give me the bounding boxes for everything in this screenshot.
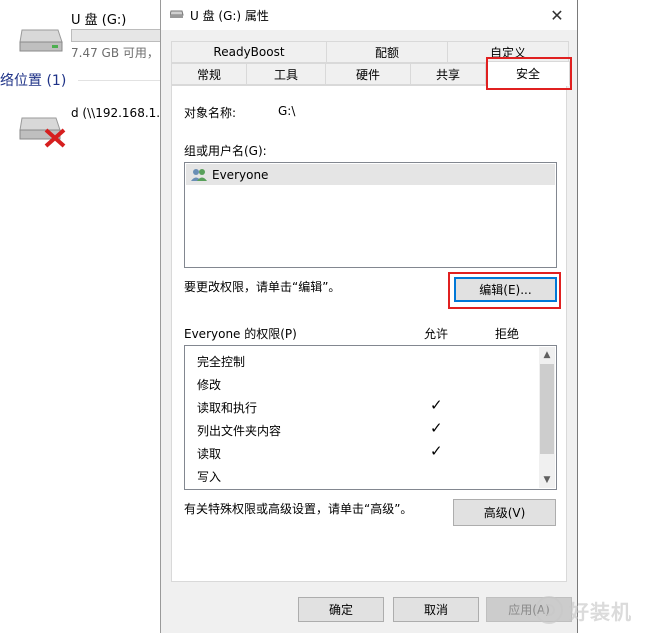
tab-customize[interactable]: 自定义	[447, 41, 569, 63]
security-panel: 对象名称: G:\ 组或用户名(G): Everyone 要更改权限，请单击“编…	[171, 85, 567, 582]
tab-sharing[interactable]: 共享	[410, 63, 486, 85]
user-name: Everyone	[212, 167, 269, 182]
permissions-label: Everyone 的权限(P)	[184, 327, 297, 341]
ok-button[interactable]: 确定	[298, 597, 384, 622]
scroll-up-icon[interactable]: ▲	[539, 347, 555, 363]
usb-drive-icon[interactable]	[18, 22, 64, 54]
object-name-value: G:\	[278, 104, 296, 118]
drive-capacity-bar	[71, 29, 166, 42]
dialog-title: U 盘 (G:) 属性	[190, 9, 269, 23]
watermark-logo-icon	[535, 596, 563, 624]
object-name-label: 对象名称:	[184, 106, 237, 120]
advanced-hint: 有关特殊权限或高级设置，请单击“高级”。	[184, 502, 413, 516]
network-drive-name[interactable]: d (\\192.168.1.1	[71, 106, 168, 120]
drive-name[interactable]: U 盘 (G:)	[71, 9, 126, 28]
disconnected-network-drive-icon[interactable]	[18, 110, 68, 148]
tab-readyboost[interactable]: ReadyBoost	[171, 41, 327, 63]
permission-row: 读取	[197, 447, 222, 461]
edit-button[interactable]: 编辑(E)...	[454, 277, 557, 302]
tab-general[interactable]: 常规	[171, 63, 247, 85]
title-bar[interactable]: U 盘 (G:) 属性 ✕	[161, 0, 577, 30]
watermark-text: 好装机	[569, 599, 632, 624]
users-group-icon	[191, 168, 207, 181]
allow-checkmark-icon: ✓	[430, 396, 443, 414]
allow-checkmark-icon: ✓	[430, 419, 443, 437]
cancel-button[interactable]: 取消	[393, 597, 479, 622]
section-divider	[78, 80, 168, 81]
users-listbox[interactable]: Everyone	[184, 162, 557, 268]
deny-column-header: 拒绝	[495, 327, 520, 341]
network-locations-header: 络位置 (1)	[0, 73, 67, 89]
permissions-listbox[interactable]: 完全控制 修改 读取和执行 列出文件夹内容 读取 写入 ✓ ✓ ✓ ▲ ▼	[184, 345, 557, 490]
watermark: 好装机	[535, 592, 670, 628]
edit-hint: 要更改权限，请单击“编辑”。	[184, 280, 341, 294]
advanced-button[interactable]: 高级(V)	[453, 499, 556, 526]
properties-dialog: U 盘 (G:) 属性 ✕ ReadyBoost 配额 自定义 常规 工具 硬件…	[160, 0, 578, 633]
group-users-label: 组或用户名(G):	[184, 144, 267, 158]
tab-security[interactable]: 安全	[486, 61, 570, 86]
allow-column-header: 允许	[424, 327, 449, 341]
permission-row: 完全控制	[197, 355, 246, 369]
close-button[interactable]: ✕	[537, 0, 577, 30]
permission-row: 写入	[197, 470, 222, 484]
permission-row: 读取和执行	[197, 401, 258, 415]
scroll-down-icon[interactable]: ▼	[539, 472, 555, 488]
tab-tools[interactable]: 工具	[246, 63, 326, 85]
drive-icon	[170, 10, 184, 18]
tab-quota[interactable]: 配额	[326, 41, 448, 63]
drive-free-space: 7.47 GB 可用，	[71, 46, 159, 60]
permissions-scrollbar[interactable]: ▲ ▼	[539, 347, 555, 488]
allow-checkmark-icon: ✓	[430, 442, 443, 460]
permission-row: 修改	[197, 378, 222, 392]
tab-hardware[interactable]: 硬件	[325, 63, 411, 85]
scroll-thumb[interactable]	[540, 364, 554, 454]
permission-row: 列出文件夹内容	[197, 424, 282, 438]
list-item-everyone[interactable]: Everyone	[186, 164, 555, 185]
